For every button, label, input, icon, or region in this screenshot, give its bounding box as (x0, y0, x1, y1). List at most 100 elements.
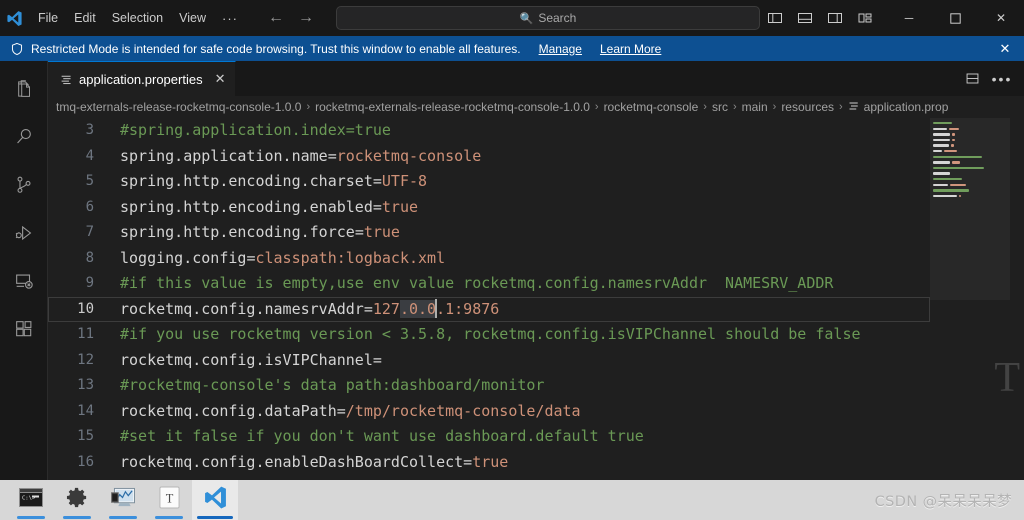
activity-item-explorer[interactable] (0, 67, 48, 115)
activity-item-remote-explorer[interactable] (0, 259, 48, 307)
minimap-slider[interactable] (930, 118, 1010, 300)
toggle-secondary-sidebar-icon[interactable] (820, 3, 850, 33)
activity-item-search[interactable] (0, 115, 48, 163)
line-number: 3 (85, 122, 94, 138)
code-text[interactable]: spring.application.name=rocketmq-console (120, 144, 930, 170)
breadcrumb-item-0[interactable]: tmq-externals-release-rocketmq-console-1… (56, 100, 301, 114)
breadcrumb-item-1[interactable]: rocketmq-externals-release-rocketmq-cons… (315, 100, 590, 114)
editor-actions: ••• (958, 61, 1024, 96)
svg-text:T: T (165, 491, 173, 505)
terminal-icon: C:\> (19, 488, 43, 512)
workspace-trust-banner: Restricted Mode is intended for safe cod… (0, 36, 1024, 61)
code-text[interactable]: #if you use rocketmq version < 3.5.8, ro… (120, 322, 930, 348)
code-line-15[interactable]: 15 #set it false if you don't want use da… (48, 424, 930, 450)
go-back-icon[interactable]: ← (268, 10, 284, 26)
code-text[interactable]: rocketmq.config.isVIPChannel= (120, 348, 930, 374)
breadcrumb-item-6[interactable]: application.prop (848, 100, 949, 115)
line-number: 13 (77, 377, 94, 393)
code-line-14[interactable]: 14 rocketmq.config.dataPath=/tmp/rocketmq… (48, 399, 930, 425)
code-line-16[interactable]: 16 rocketmq.config.enableDashBoardCollect… (48, 450, 930, 476)
toggle-panel-icon[interactable] (790, 3, 820, 33)
minimap[interactable] (930, 118, 1010, 480)
tab-application-properties[interactable]: application.properties ✕ (48, 61, 237, 96)
line-number: 15 (77, 428, 94, 444)
close-window-button[interactable]: ✕ (978, 0, 1024, 36)
breadcrumb-item-5[interactable]: resources (781, 100, 834, 114)
taskbar-item-settings[interactable] (54, 480, 100, 520)
minimize-button[interactable]: ─ (886, 0, 932, 36)
code-text[interactable]: spring.http.encoding.force=true (120, 220, 930, 246)
activity-item-run-and-debug[interactable] (0, 211, 48, 259)
navigation-arrows: ← → (268, 10, 314, 26)
code-text[interactable]: #rocketmq-console's data path:dashboard/… (120, 373, 930, 399)
layout-controls (760, 3, 886, 33)
code-editor[interactable]: 3 #spring.application.index=true 4 spring.a… (48, 118, 1024, 480)
code-line-13[interactable]: 13 #rocketmq-console's data path:dashboar… (48, 373, 930, 399)
editor-more-actions-icon[interactable]: ••• (988, 64, 1016, 94)
code-text[interactable]: spring.http.encoding.enabled=true (120, 195, 930, 221)
code-line-7[interactable]: 7 spring.http.encoding.force=true (48, 220, 930, 246)
breadcrumb-item-4[interactable]: main (742, 100, 768, 114)
code-text[interactable]: #set it false if you don't want use dash… (120, 424, 930, 450)
code-text[interactable]: logging.config=classpath:logback.xml (120, 246, 930, 272)
code-line-3[interactable]: 3 #spring.application.index=true (48, 118, 930, 144)
code-line-5[interactable]: 5 spring.http.encoding.charset=UTF-8 (48, 169, 930, 195)
breadcrumb-separator: › (732, 101, 737, 113)
menu-edit[interactable]: Edit (66, 7, 104, 29)
code-line-9[interactable]: 9 #if this value is empty,use env value r… (48, 271, 930, 297)
source-control-icon (13, 174, 35, 201)
code-text[interactable]: #spring.application.index=true (120, 118, 930, 144)
code-line-8[interactable]: 8 logging.config=classpath:logback.xml (48, 246, 930, 272)
code-line-12[interactable]: 12 rocketmq.config.isVIPChannel= (48, 348, 930, 374)
activity-item-extensions[interactable] (0, 307, 48, 355)
code-text[interactable]: spring.http.encoding.charset=UTF-8 (120, 169, 930, 195)
workbench-body: application.properties ✕ ••• tmq-externa… (0, 61, 1024, 480)
menu-view[interactable]: View (171, 7, 214, 29)
breadcrumb-file-label: application.prop (863, 100, 949, 114)
line-number: 4 (85, 147, 94, 164)
split-editor-icon[interactable] (958, 64, 986, 94)
line-number: 14 (77, 402, 94, 419)
code-lines[interactable]: 3 #spring.application.index=true 4 spring.a… (48, 118, 930, 475)
search-box[interactable]: 🔍 Search (336, 6, 760, 30)
code-line-4[interactable]: 4 spring.application.name=rocketmq-consol… (48, 144, 930, 170)
menu-more[interactable]: ··· (214, 9, 246, 28)
banner-close-icon[interactable]: ✕ (996, 40, 1014, 58)
line-number: 11 (77, 326, 94, 342)
banner-manage-link[interactable]: Manage (539, 42, 582, 56)
monitor-chart-icon (110, 487, 136, 513)
code-line-11[interactable]: 11 #if you use rocketmq version < 3.5.8, … (48, 322, 930, 348)
vscode-icon (203, 485, 228, 515)
windows-taskbar: C:\> T CSDN @呆呆呆呆梦 (0, 480, 1024, 520)
menu-selection[interactable]: Selection (104, 7, 171, 29)
taskbar-item-task-manager[interactable] (100, 480, 146, 520)
code-line-10[interactable]: 10 rocketmq.config.namesrvAddr=127.0.0.1:… (48, 297, 930, 323)
code-text[interactable]: rocketmq.config.dataPath=/tmp/rocketmq-c… (120, 399, 930, 425)
breadcrumb-separator: › (703, 101, 707, 113)
code-viewport[interactable]: 3 #spring.application.index=true 4 spring.a… (48, 118, 930, 480)
activity-item-source-control[interactable] (0, 163, 48, 211)
menu-file[interactable]: File (30, 7, 66, 29)
search-icon (13, 126, 35, 153)
taskbar-item-visual-studio-code[interactable] (192, 480, 238, 520)
go-forward-icon[interactable]: → (298, 10, 314, 26)
taskbar-item-command-prompt[interactable]: C:\> (8, 480, 54, 520)
code-text[interactable]: rocketmq.config.namesrvAddr=127.0.0.1:98… (120, 297, 930, 323)
code-text[interactable]: #if this value is empty,use env value ro… (120, 271, 930, 297)
code-line-6[interactable]: 6 spring.http.encoding.enabled=true (48, 195, 930, 221)
maximize-button[interactable] (932, 0, 978, 36)
tab-close-icon[interactable]: ✕ (215, 71, 226, 87)
command-center[interactable]: 🔍 Search (336, 6, 760, 30)
banner-learn-more-link[interactable]: Learn More (600, 42, 661, 56)
breadcrumb-item-2[interactable]: rocketmq-console (604, 100, 699, 114)
code-text[interactable]: rocketmq.config.enableDashBoardCollect=t… (120, 450, 930, 476)
extensions-icon (13, 318, 35, 345)
breadcrumb-item-3[interactable]: src (712, 100, 728, 114)
taskbar-running-indicator (17, 516, 45, 519)
activity-bar (0, 61, 48, 480)
taskbar-running-indicator (109, 516, 137, 519)
taskbar-item-text-app[interactable]: T (146, 480, 192, 520)
customize-layout-icon[interactable] (850, 3, 880, 33)
editor-vertical-scrollbar[interactable] (1010, 118, 1024, 480)
toggle-primary-sidebar-icon[interactable] (760, 3, 790, 33)
